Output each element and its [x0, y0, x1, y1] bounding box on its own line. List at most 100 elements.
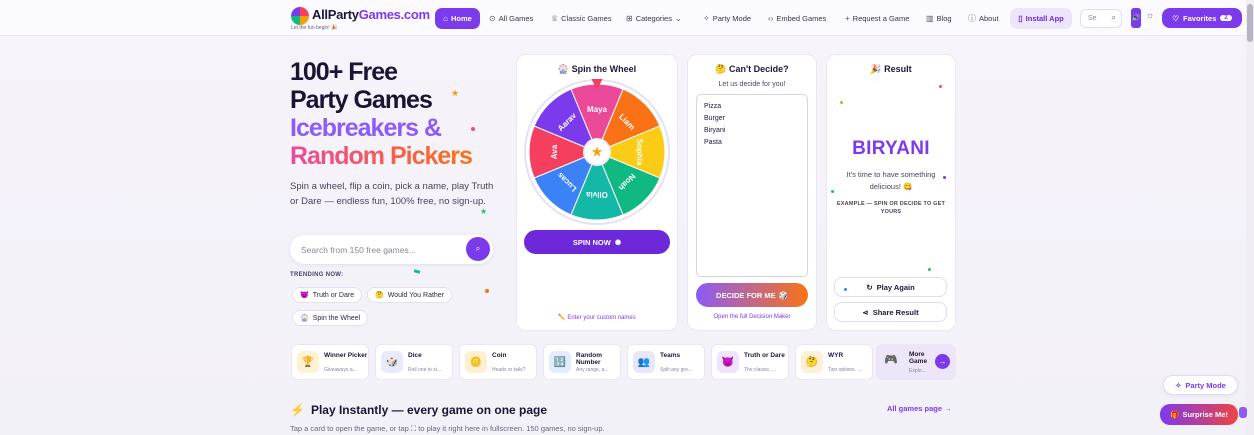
result-message: It's time to have something delicious! 😋: [846, 170, 936, 191]
trophy-icon: ♕: [551, 14, 559, 23]
nav-home[interactable]: ⌂ Home: [435, 8, 480, 29]
trending-chip-spin-the-wheel[interactable]: 🎡 Spin the Wheel: [292, 310, 369, 326]
nav-about[interactable]: ⓘ About: [968, 9, 999, 28]
game-tile-random-number[interactable]: 🔢 Random Number Any range, a...: [543, 344, 621, 380]
search-button[interactable]: ⌕: [466, 237, 490, 261]
numbers-icon: 🔢: [549, 351, 571, 373]
confetti-dot: [943, 176, 946, 179]
option-line: Pasta: [704, 139, 722, 146]
confetti-dash: [413, 269, 421, 274]
search-icon[interactable]: ⌕: [1112, 13, 1116, 23]
nav-classic-games[interactable]: ♕ Classic Games: [551, 9, 612, 28]
scrollbar-thumb[interactable]: [1247, 4, 1253, 42]
wheel-segment-label: Ava: [550, 144, 559, 159]
play-instantly-heading: ⚡ Play Instantly — every game on one page: [290, 403, 548, 417]
refresh-icon: ↻: [866, 282, 873, 292]
trending-label: TRENDING NOW:: [290, 272, 344, 278]
play-instantly-subtitle: Tap a card to open the game, or tap ⛶ to…: [290, 424, 605, 433]
star-decoration-icon: ★: [451, 88, 460, 98]
spin-now-button[interactable]: SPIN NOW ✺: [524, 230, 670, 254]
grid-icon: ⊞: [626, 14, 633, 23]
result-example-note: EXAMPLE — SPIN OR DECIDE TO GET YOURS: [836, 201, 946, 215]
cant-decide-title: 🤔 Can't Decide?: [715, 64, 789, 74]
option-line: Biryani: [704, 127, 726, 134]
theme-toggle-icon[interactable]: ☼: [1146, 10, 1154, 20]
party-icon: ✧: [703, 14, 710, 23]
nav-embed-games[interactable]: ‹› Embed Games: [768, 9, 826, 28]
plus-icon: +: [845, 14, 850, 23]
option-line: Pizza: [704, 103, 722, 110]
chevron-down-icon: ⌄: [674, 14, 682, 23]
game-tile-dice[interactable]: 🎲 Dice Roll one to si...: [375, 344, 453, 380]
trending-chip-would-you-rather[interactable]: 🤔 Would You Rather: [367, 287, 453, 303]
phone-icon: ▯: [1018, 14, 1023, 23]
page-scrollbar[interactable]: [1246, 0, 1254, 435]
side-tab[interactable]: [1239, 407, 1247, 418]
install-app-button[interactable]: ▯ Install App: [1010, 8, 1072, 29]
spin-wheel-title: 🎡 Spin the Wheel: [557, 64, 637, 74]
hero-subtitle: Spin a wheel, flip a coin, pick a name, …: [290, 181, 494, 207]
heart-icon: ♡: [1172, 13, 1180, 23]
surprise-me-button[interactable]: 🎁 Surprise Me!: [1160, 404, 1238, 425]
game-tile-teams[interactable]: 👥 Teams Split any gro...: [627, 344, 705, 380]
nav-request-game[interactable]: + Request a Game: [845, 9, 909, 28]
result-value: BIRYANI: [852, 138, 930, 159]
game-tile-truth-or-dare[interactable]: 😈 Truth or Dare The classic, ...: [711, 344, 789, 380]
game-tile-winner-picker[interactable]: 🏆 Winner Picker Giveaways a...: [291, 344, 369, 380]
coin-icon: 🪙: [465, 351, 487, 373]
gift-icon: 🎁: [1170, 410, 1180, 419]
code-icon: ‹›: [768, 14, 774, 23]
gamepad-icon: ⊙: [489, 14, 496, 23]
game-tile-wyr[interactable]: 🤔 WYR Two options. ...: [795, 344, 873, 380]
party-icon: ✧: [1175, 380, 1182, 390]
open-decision-maker-link[interactable]: Open the full Decision Maker: [687, 314, 817, 320]
favorites-button[interactable]: ♡ Favorites 2: [1162, 8, 1242, 28]
favorites-count: 2: [1220, 15, 1232, 21]
lightning-icon: ⚡: [290, 403, 305, 417]
logo-tagline: Let the fun begin! 🎉: [291, 25, 338, 31]
wheel-segment-label: Sophia: [635, 139, 644, 166]
wheel-segment-label: Olivia: [586, 190, 608, 199]
devil-icon: 😈: [717, 351, 739, 373]
all-games-page-link[interactable]: All games page →: [887, 404, 952, 413]
arrow-right-icon[interactable]: →: [935, 354, 950, 369]
enter-custom-names-link[interactable]: ✏️ Enter your custom names: [516, 314, 678, 321]
book-icon: ▥: [926, 14, 934, 23]
star-decoration-icon: ★: [480, 207, 488, 216]
dice-icon: 🎲: [381, 351, 403, 373]
share-result-button[interactable]: ⋖ Share Result: [834, 302, 947, 322]
hero-title: 100+ Free Party Games Icebreakers & Rand…: [290, 58, 473, 170]
confetti-dot: [928, 268, 931, 271]
play-again-button[interactable]: ↻ Play Again: [834, 277, 947, 297]
result-title: 🎉 Result: [870, 64, 912, 74]
site-logo[interactable]: AllPartyGames.com: [312, 7, 430, 22]
trophy-icon: 🏆: [297, 351, 319, 373]
confetti-dot: [485, 289, 489, 293]
party-mode-button[interactable]: ✧ Party Mode: [1163, 375, 1238, 395]
info-icon: ⓘ: [968, 14, 976, 23]
nav-categories[interactable]: ⊞ Categories ⌄: [626, 9, 682, 28]
nav-party-mode[interactable]: ✧ Party Mode: [703, 9, 751, 28]
nav-all-games[interactable]: ⊙ All Games: [489, 9, 533, 28]
share-icon: ⋖: [862, 307, 869, 317]
hero-search-input[interactable]: Search from 150 free games... ⌕: [290, 235, 493, 264]
spin-wheel[interactable]: MayaLiamSophiaNoahOliviaLucasAvaAarav★: [524, 79, 670, 225]
trending-chip-truth-or-dare[interactable]: 😈 Truth or Dare: [292, 287, 363, 303]
wheel-segment-label: Maya: [587, 105, 608, 114]
more-games-tile[interactable]: 🎮 More Game Explo... →: [876, 344, 956, 380]
decide-for-me-button[interactable]: DECIDE FOR ME 🎲: [696, 283, 808, 307]
sound-toggle-icon[interactable]: 🔊: [1131, 8, 1141, 28]
confetti-dot: [831, 190, 834, 193]
people-icon: 👥: [633, 351, 655, 373]
cant-decide-subtitle: Let us decide for you!: [718, 81, 786, 88]
confetti-dot: [939, 85, 942, 88]
star-icon: ★: [591, 144, 604, 160]
decision-options-textarea[interactable]: Pizza Burger Biryani Pasta: [696, 94, 808, 277]
nav-search-input[interactable]: Se ⌕: [1080, 9, 1122, 28]
home-icon: ⌂: [443, 14, 448, 23]
game-tile-coin[interactable]: 🪙 Coin Heads or tails?: [459, 344, 537, 380]
nav-blog[interactable]: ▥ Blog: [926, 9, 952, 28]
option-line: Burger: [704, 115, 726, 122]
confetti-dot: [840, 101, 843, 104]
logo-icon[interactable]: [291, 7, 309, 25]
